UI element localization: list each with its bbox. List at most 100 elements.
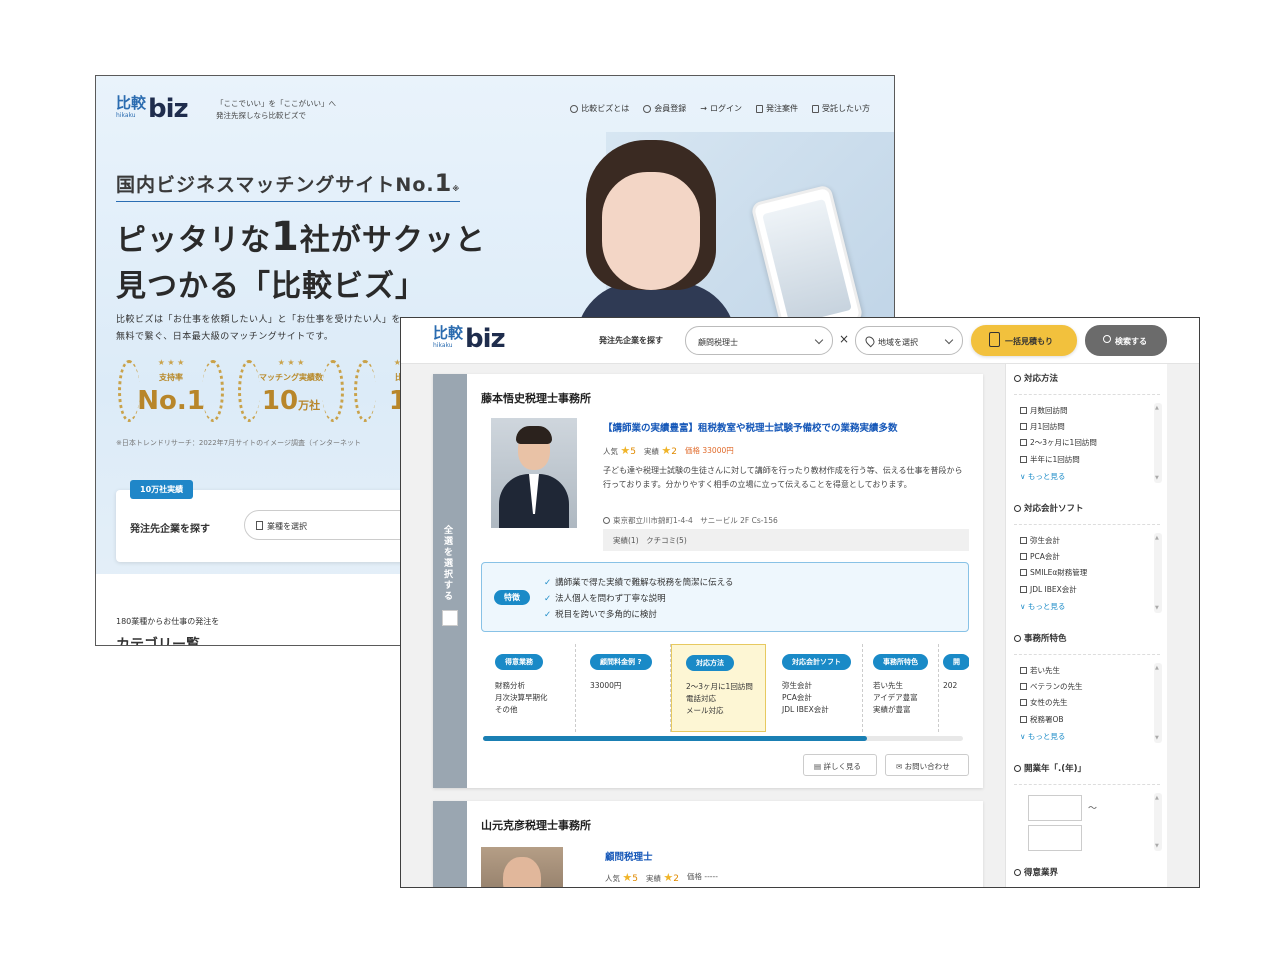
attribute-column: 事務所特色 若い先生 アイデア豊富 実績が豊富 [859, 644, 939, 732]
attribute-column: 顧問料金例 ? 33000円 [576, 644, 671, 732]
search-results-window: 比較 biz hikaku 発注先企業を探す 顧問税理士 × 地域を選択 一括見… [400, 317, 1200, 888]
firm-photo [481, 847, 563, 887]
award-label: 支持率 [159, 373, 183, 382]
filter-option[interactable]: PCA会計 [1020, 551, 1060, 562]
nav-about[interactable]: 比較ビズとは [570, 103, 629, 114]
filter-scrollbar[interactable] [1154, 663, 1162, 743]
filter-heading: 開業年「.(年)」 [1014, 762, 1086, 774]
award-stars: ★ ★ ★ [157, 358, 185, 367]
range-separator: ～ [1088, 804, 1098, 814]
checkbox[interactable] [1020, 716, 1027, 723]
filter-option[interactable]: 弥生会計 [1020, 535, 1060, 546]
filter-heading: 得意業界 [1014, 866, 1058, 878]
attribute-carousel[interactable]: 得意業務 財務分析 月次決算早期化 その他 顧問料金例 ? 33000円 対応方… [481, 644, 969, 732]
filter-scrollbar[interactable] [1154, 793, 1162, 851]
category-heading: カテゴリー覧 [116, 637, 200, 646]
checkbox[interactable] [1020, 569, 1027, 576]
filter-heading: 事務所特色 [1014, 632, 1067, 644]
attribute-title: 顧問料金例 ? [590, 654, 652, 670]
attribute-column: 対応方法 2～3ヶ月に1回訪問 電話対応 メール対応 [671, 644, 766, 732]
checkbox[interactable] [1020, 553, 1027, 560]
attribute-column: 開 202 [939, 644, 969, 732]
attribute-column: 対応会計ソフト 弥生会計 PCA会計 JDL IBEX会計 [768, 644, 863, 732]
filter-option[interactable]: 女性の先生 [1020, 697, 1068, 708]
bulk-quote-button[interactable]: 一括見積もり [971, 325, 1077, 356]
nav-vendors[interactable]: 受託したい方 [812, 103, 870, 114]
checkbox[interactable] [1020, 423, 1027, 430]
woman-face [602, 172, 700, 290]
carousel-scrollbar[interactable] [483, 736, 963, 741]
feature-item: ✓ 法人個人を問わず丁寧な説明 [544, 594, 666, 604]
results-header: 比較 biz hikaku 発注先企業を探す 顧問税理士 × 地域を選択 一括見… [401, 318, 1199, 364]
area-select[interactable]: 地域を選択 [855, 326, 963, 355]
stats-bar[interactable]: 実績(1) クチコミ(5) [603, 529, 969, 551]
help-icon[interactable]: ? [637, 658, 641, 666]
checkbox[interactable] [1020, 683, 1027, 690]
show-more-link[interactable]: ∨ もっと見る [1020, 471, 1065, 482]
star-icon: ★ [622, 871, 633, 884]
check-icon: ✓ [544, 594, 552, 604]
attribute-values: 33000円 [590, 681, 622, 690]
industry-select[interactable]: 業種を選択 [244, 510, 424, 540]
checkbox[interactable] [1020, 537, 1027, 544]
show-more-link[interactable]: ∨ もっと見る [1020, 731, 1065, 742]
checkbox[interactable] [1020, 407, 1027, 414]
filter-option[interactable]: 月数回訪問 [1020, 405, 1068, 416]
checkbox[interactable] [1020, 456, 1027, 463]
firm-photo [491, 418, 577, 528]
select-checkbox[interactable] [442, 610, 458, 626]
attribute-column: 得意業務 財務分析 月次決算早期化 その他 [481, 644, 576, 732]
attribute-title: 対応会計ソフト [782, 654, 851, 670]
year-from-input[interactable] [1028, 795, 1082, 821]
site-logo[interactable]: 比較 biz hikaku [433, 326, 506, 353]
check-icon: ✓ [544, 578, 552, 588]
checkbox[interactable] [1020, 667, 1027, 674]
award-footnote: ※日本トレンドリサーチ：2022年7月サイトのイメージ調査（インターネット [116, 439, 361, 447]
firm-headline[interactable]: 【講師業の実績豊富】租税教室や税理士試験予備校での業務実績多数 [603, 420, 898, 434]
site-logo[interactable]: 比較 biz hikaku [116, 96, 189, 123]
carousel-scroll-thumb[interactable] [483, 736, 867, 741]
top-nav: 比較ビズとは 会員登録 → ログイン 発注案件 受託したい方 [570, 103, 870, 114]
attribute-values: 弥生会計 PCA会計 JDL IBEX会計 [782, 681, 829, 714]
filter-option[interactable]: ベテランの先生 [1020, 681, 1083, 692]
checkbox[interactable] [1020, 439, 1027, 446]
filter-option[interactable]: SMILEα財務管理 [1020, 567, 1087, 578]
hero-description: 比較ビズは「お仕事を依頼したい人」と「お仕事を受けたい人」を 無料で繋ぐ、日本最… [116, 315, 402, 342]
industry-select[interactable]: 顧問税理士 [685, 326, 833, 355]
firm-headline[interactable]: 顧問税理士 [605, 849, 653, 863]
checkbox[interactable] [1020, 699, 1027, 706]
category-lead: 180業種からお仕事の発注を [116, 617, 220, 626]
tagline-line: 「ここでいい」を「ここがいい」へ [216, 99, 336, 108]
feature-item: ✓ 講師業で得た実績で難解な税務を簡潔に伝える [544, 578, 734, 588]
location-pin-icon [603, 517, 610, 524]
select-tab[interactable]: 全選を選択する [433, 374, 467, 788]
year-to-input[interactable] [1028, 825, 1082, 851]
filter-option[interactable]: 若い先生 [1020, 665, 1060, 676]
nav-register[interactable]: 会員登録 [643, 103, 686, 114]
filter-option[interactable]: 半年に1回訪問 [1020, 454, 1080, 465]
filter-option[interactable]: JDL IBEX会計 [1020, 584, 1077, 595]
filter-scrollbar[interactable] [1154, 403, 1162, 483]
detail-button[interactable]: ▤ 詳しく見る [803, 754, 877, 776]
checkbox[interactable] [1020, 586, 1027, 593]
find-label: 発注先企業を探す [599, 336, 663, 345]
firm-name[interactable]: 山元克彦税理士事務所 [481, 817, 591, 833]
show-more-link[interactable]: ∨ もっと見る [1020, 601, 1065, 612]
select-tab[interactable] [433, 801, 467, 887]
firm-name[interactable]: 藤本悟史税理士事務所 [481, 390, 591, 406]
select-tab-label: 全選を選択する [444, 526, 454, 602]
filter-option[interactable]: 税務署OB [1020, 714, 1064, 725]
filter-option[interactable]: 月1回訪問 [1020, 421, 1065, 432]
person-hair [516, 426, 552, 444]
contact-button[interactable]: ✉ お問い合わせ [885, 754, 969, 776]
filter-scrollbar[interactable] [1154, 533, 1162, 613]
filter-sidebar: 対応方法 月数回訪問 月1回訪問 2～3ヶ月に1回訪問 半年に1回訪問 ∨ もっ… [1005, 364, 1167, 887]
search-icon [1014, 635, 1021, 642]
award-label: マッチング実績数 [259, 373, 323, 382]
list-icon [256, 521, 263, 530]
nav-orders[interactable]: 発注案件 [756, 103, 798, 114]
page-scroll-area [1167, 364, 1199, 887]
nav-login[interactable]: → ログイン [700, 103, 742, 114]
filter-option[interactable]: 2～3ヶ月に1回訪問 [1020, 437, 1097, 448]
search-button[interactable]: 検索する [1085, 325, 1167, 356]
